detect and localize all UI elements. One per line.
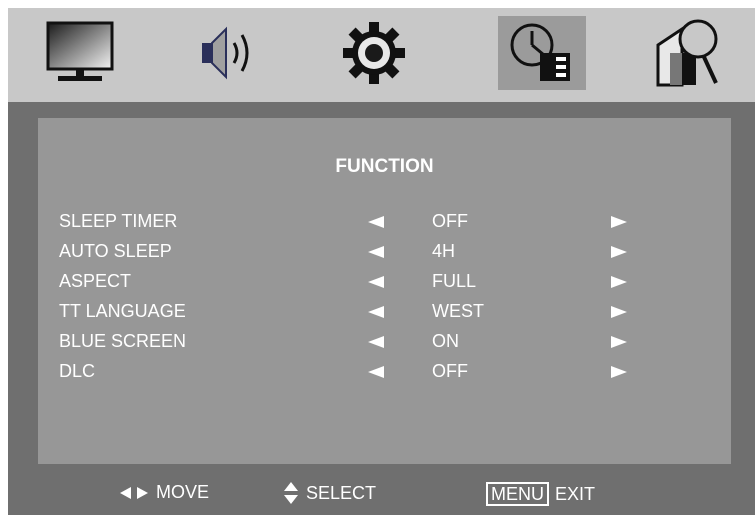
exit-label: EXIT <box>555 483 596 504</box>
menu-row-label: DLC <box>59 361 96 381</box>
menu-row-value: 4H <box>432 241 456 261</box>
speaker-sound-icon <box>202 26 249 80</box>
gear-setup-icon <box>343 22 405 84</box>
magnifier-search-icon <box>656 19 718 87</box>
key-hint-bar: MOVE SELECT MENU EXIT <box>8 472 755 515</box>
clock-function-icon <box>510 23 570 81</box>
exit-hint: MENU EXIT <box>486 482 595 506</box>
menu-row-value: ON <box>432 331 459 351</box>
right-arrow-icon[interactable] <box>611 276 627 288</box>
osd-menu: FUNCTION SLEEP TIMER OFF AUTO SLEEP 4H A… <box>8 8 755 515</box>
menu-row-dlc[interactable]: DLC OFF <box>38 356 731 386</box>
tab-picture[interactable] <box>36 16 124 90</box>
left-arrow-icon[interactable] <box>368 246 384 258</box>
tab-search[interactable] <box>646 16 734 90</box>
menu-row-label: TT LANGUAGE <box>59 301 186 321</box>
menu-row-blue-screen[interactable]: BLUE SCREEN ON <box>38 326 731 356</box>
right-arrow-icon[interactable] <box>611 336 627 348</box>
menu-row-auto-sleep[interactable]: AUTO SLEEP 4H <box>38 236 731 266</box>
menu-row-label: ASPECT <box>59 271 132 291</box>
select-label: SELECT <box>306 482 377 503</box>
move-hint: MOVE <box>120 482 209 503</box>
right-arrow-icon[interactable] <box>611 366 627 378</box>
tab-function[interactable] <box>498 16 586 90</box>
menu-row-label: SLEEP TIMER <box>59 211 178 231</box>
right-arrow-icon[interactable] <box>611 216 627 228</box>
left-arrow-icon[interactable] <box>368 336 384 348</box>
menu-title: FUNCTION <box>335 156 434 177</box>
left-arrow-icon[interactable] <box>368 216 384 228</box>
right-arrow-icon[interactable] <box>611 306 627 318</box>
left-arrow-icon[interactable] <box>368 366 384 378</box>
menu-row-sleep-timer[interactable]: SLEEP TIMER OFF <box>38 206 731 236</box>
select-hint: SELECT <box>284 482 376 504</box>
move-label: MOVE <box>156 482 210 502</box>
menu-row-tt-language[interactable]: TT LANGUAGE WEST <box>38 296 731 326</box>
menu-row-value: WEST <box>432 301 484 321</box>
menu-tab-bar <box>8 8 755 102</box>
tab-setup[interactable] <box>330 16 418 90</box>
menu-key-label: MENU <box>486 482 549 506</box>
right-arrow-icon[interactable] <box>611 246 627 258</box>
left-arrow-icon[interactable] <box>368 276 384 288</box>
menu-row-value: FULL <box>432 271 477 291</box>
function-menu-panel: FUNCTION SLEEP TIMER OFF AUTO SLEEP 4H A… <box>38 118 731 464</box>
menu-row-value: OFF <box>432 211 468 231</box>
menu-row-aspect[interactable]: ASPECT FULL <box>38 266 731 296</box>
left-right-arrows-icon <box>120 486 148 499</box>
menu-row-value: OFF <box>432 361 468 381</box>
left-arrow-icon[interactable] <box>368 306 384 318</box>
up-down-arrows-icon <box>284 482 298 504</box>
tab-sound[interactable] <box>184 16 272 90</box>
menu-row-label: AUTO SLEEP <box>59 241 172 261</box>
tv-picture-icon <box>46 21 114 81</box>
menu-row-label: BLUE SCREEN <box>59 331 187 351</box>
